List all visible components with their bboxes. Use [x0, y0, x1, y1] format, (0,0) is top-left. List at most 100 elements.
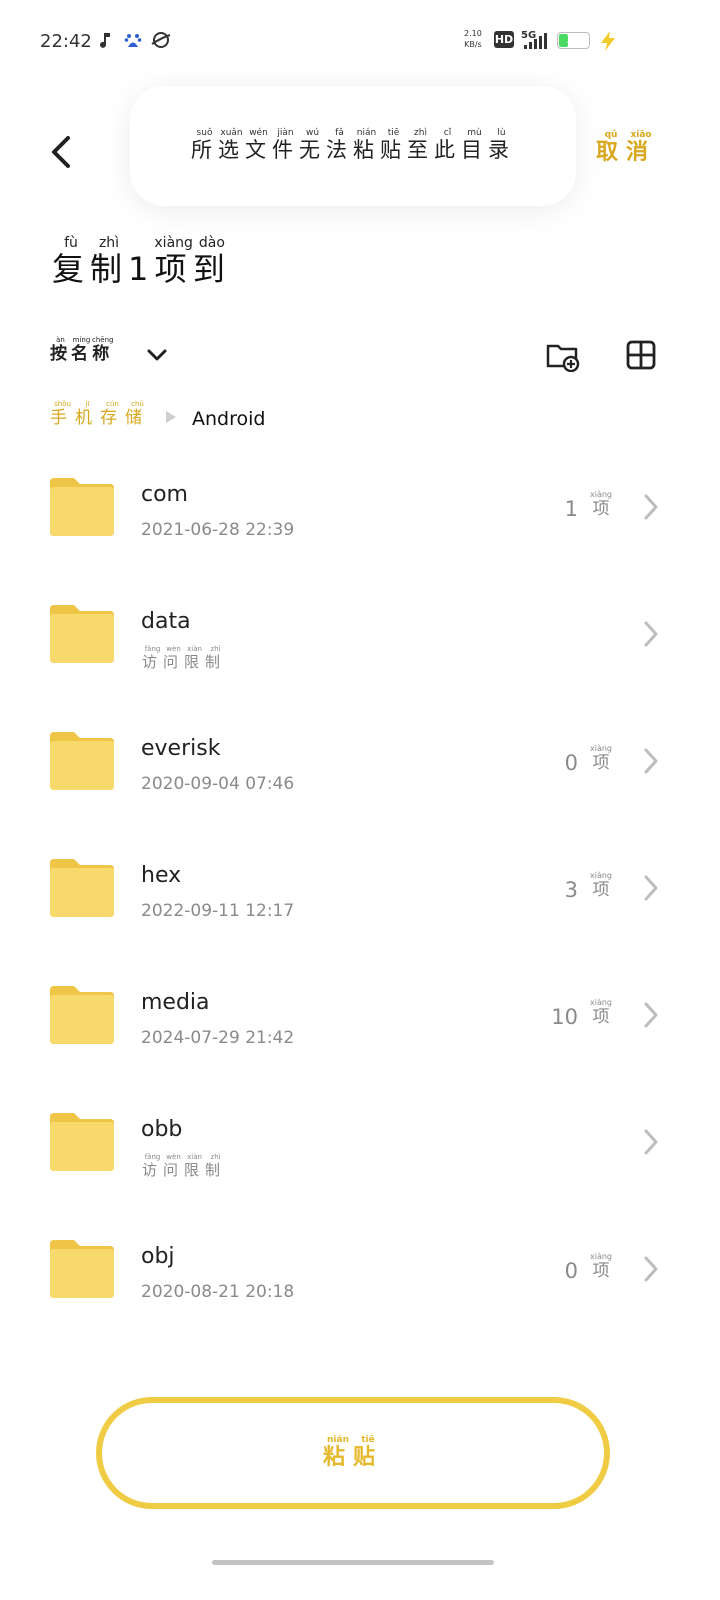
title-char: 1	[128, 250, 155, 288]
chevron-right-icon	[644, 1129, 658, 1155]
folder-row-hex[interactable]: hex 2022-09-11 12:17 3 项xiàng	[0, 825, 720, 952]
restricted-char: 限xiàn	[184, 1153, 206, 1179]
sort-char: 名míng	[71, 336, 92, 364]
item-count-unit: 项xiàng	[590, 744, 612, 773]
toast-char: 至zhì	[407, 128, 434, 162]
battery-icon: 30	[557, 32, 590, 49]
folder-list: com 2021-06-28 22:39 1 项xiàng data 访fǎng问wèn限…	[0, 444, 720, 1333]
toast-message: 所suǒ选xuǎn文wén件jiàn无wú法fǎ粘nián贴tiē至zhì此cǐ…	[130, 86, 576, 206]
status-time: 22:42	[40, 31, 92, 52]
network-type: 5G	[521, 30, 536, 41]
restricted-char: 问wèn	[163, 1153, 185, 1179]
unit-char: 项xiàng	[590, 490, 613, 519]
folder-row-everisk[interactable]: everisk 2020-09-04 07:46 0 项xiàng	[0, 698, 720, 825]
item-count: 0	[564, 1259, 578, 1283]
battery-level: 30	[566, 33, 581, 46]
unit-char: 项xiàng	[590, 871, 613, 900]
grid-view-icon[interactable]	[624, 338, 658, 372]
speed-unit: KB/s	[464, 40, 482, 49]
baidu-paw-icon	[124, 34, 142, 47]
new-folder-icon[interactable]	[544, 338, 580, 372]
item-count: 10	[551, 1005, 578, 1029]
folder-name: everisk	[141, 736, 221, 761]
breadcrumb-root[interactable]: 手shǒu机jī存cún储chǔ	[50, 400, 150, 428]
folder-row-com[interactable]: com 2021-06-28 22:39 1 项xiàng	[0, 444, 720, 571]
folder-date: 2024-07-29 21:42	[141, 1028, 295, 1048]
cancel-button[interactable]: 取qǔ消xiāo	[596, 130, 656, 166]
access-restricted-label: 访fǎng问wèn限xiàn制zhì	[142, 1153, 226, 1180]
hd-volte-icon: HD	[494, 31, 514, 48]
chevron-right-icon	[644, 494, 658, 520]
folder-name: media	[141, 990, 210, 1015]
item-count-unit: 项xiàng	[590, 998, 612, 1027]
toast-char: 文wén	[245, 128, 272, 162]
restricted-char: 制zhì	[205, 645, 227, 671]
speed-value: 2.10	[464, 29, 482, 38]
folder-name: hex	[141, 863, 182, 888]
unit-char: 项xiàng	[590, 998, 613, 1027]
toast-char: 无wú	[299, 128, 326, 162]
folder-name: obj	[141, 1244, 175, 1269]
breadcrumb-root-char: 储chǔ	[125, 400, 150, 428]
folder-row-media[interactable]: media 2024-07-29 21:42 10 项xiàng	[0, 952, 720, 1079]
chevron-right-icon	[644, 1002, 658, 1028]
breadcrumb-root-char: 存cún	[100, 400, 125, 428]
chevron-right-icon	[644, 875, 658, 901]
toast-char: 粘nián	[353, 128, 380, 162]
toast-char: 目mù	[461, 128, 488, 162]
restricted-char: 访fǎng	[142, 1153, 164, 1179]
folder-icon	[50, 605, 114, 663]
item-count-unit: 项xiàng	[590, 490, 612, 519]
chevron-down-icon[interactable]	[144, 342, 170, 368]
toast-text: 所suǒ选xuǎn文wén件jiàn无wú法fǎ粘nián贴tiē至zhì此cǐ…	[191, 128, 515, 164]
folder-name: obb	[141, 1117, 183, 1142]
title-char: 项xiàng	[154, 235, 193, 288]
breadcrumb-current: Android	[192, 408, 266, 430]
folder-icon	[50, 732, 114, 790]
paste-button[interactable]: 粘nián贴tiē	[96, 1397, 610, 1509]
breadcrumb-root-char: 机jī	[75, 400, 100, 428]
unit-char: 项xiàng	[590, 744, 613, 773]
access-restricted-label: 访fǎng问wèn限xiàn制zhì	[142, 645, 226, 672]
folder-row-data[interactable]: data 访fǎng问wèn限xiàn制zhì	[0, 571, 720, 698]
back-arrow-icon[interactable]	[42, 130, 82, 174]
toast-char: 选xuǎn	[218, 128, 245, 162]
folder-name: com	[141, 482, 188, 507]
item-count-unit: 项xiàng	[590, 1252, 612, 1281]
folder-icon	[50, 1240, 114, 1298]
folder-icon	[50, 859, 114, 917]
chevron-right-icon	[644, 748, 658, 774]
paste-button-label: 粘nián贴tiē	[323, 1435, 383, 1471]
title-char: 复fù	[52, 235, 91, 288]
toast-char: 法fǎ	[326, 128, 353, 162]
folder-date: 2021-06-28 22:39	[141, 520, 295, 540]
breadcrumb-separator-icon	[166, 411, 176, 423]
folder-date: 2022-09-11 12:17	[141, 901, 295, 921]
status-bar: 22:42 2.10 KB/s HD 5G 30	[0, 0, 720, 84]
planet-app-icon	[151, 32, 171, 48]
folder-name: data	[141, 609, 191, 634]
sort-by-name-label[interactable]: 按àn名míng称chēng	[50, 336, 113, 364]
toast-char: 件jiàn	[272, 128, 299, 162]
cancel-char: 取qǔ	[596, 130, 627, 165]
home-indicator[interactable]	[212, 1560, 494, 1565]
signal-5g-icon: 5G	[521, 30, 547, 49]
page-title: 复fù制zhì1项xiàng到dào	[52, 235, 231, 290]
item-count: 3	[564, 878, 578, 902]
sort-char: 按àn	[50, 336, 71, 364]
sort-char: 称chēng	[92, 336, 114, 364]
music-note-icon	[100, 33, 110, 48]
folder-row-obj[interactable]: obj 2020-08-21 20:18 0 项xiàng	[0, 1206, 720, 1333]
toast-char: 所suǒ	[191, 128, 218, 162]
folder-icon	[50, 1113, 114, 1171]
item-count-unit: 项xiàng	[590, 871, 612, 900]
cancel-char: 消xiāo	[626, 130, 657, 165]
folder-row-obb[interactable]: obb 访fǎng问wèn限xiàn制zhì	[0, 1079, 720, 1206]
breadcrumb-root-char: 手shǒu	[50, 400, 75, 428]
folder-date: 2020-08-21 20:18	[141, 1282, 295, 1302]
title-char: 到dào	[192, 235, 231, 288]
item-count: 0	[564, 751, 578, 775]
restricted-char: 制zhì	[205, 1153, 227, 1179]
restricted-char: 问wèn	[163, 645, 185, 671]
restricted-char: 访fǎng	[142, 645, 164, 671]
